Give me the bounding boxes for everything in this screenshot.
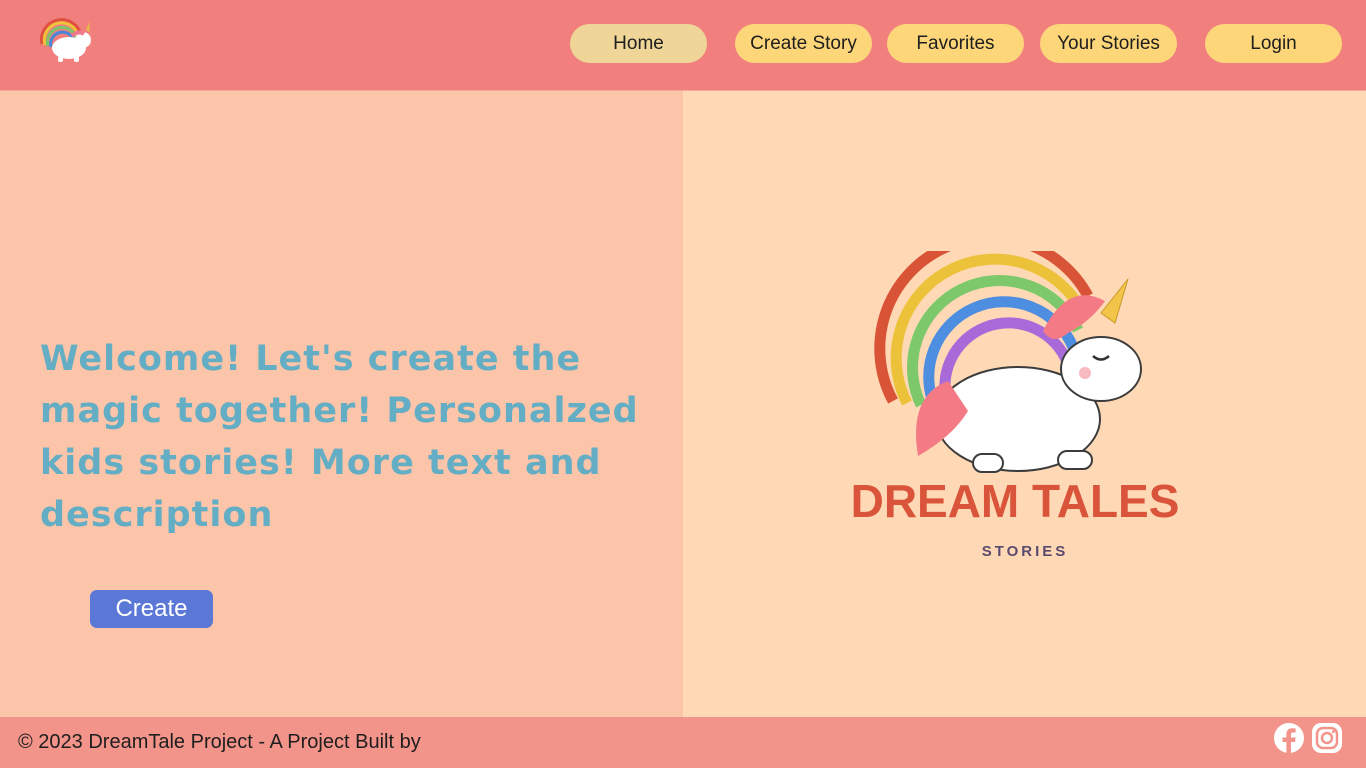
facebook-icon[interactable] — [1274, 723, 1304, 753]
nav-home[interactable]: Home — [570, 24, 707, 63]
copyright-text: © 2023 DreamTale Project - A Project Bui… — [18, 731, 421, 753]
hero-right-panel: DREAM TALES STORIES — [683, 91, 1366, 717]
dream-tales-logo-icon: DREAM TALES STORIES — [851, 251, 1180, 560]
welcome-heading: Welcome! Let's create the magic together… — [40, 339, 639, 535]
brand-name: DREAM TALES — [851, 475, 1180, 527]
login-button[interactable]: Login — [1205, 24, 1342, 63]
footer: © 2023 DreamTale Project - A Project Bui… — [0, 717, 1366, 768]
brand-tagline: STORIES — [982, 543, 1069, 560]
unicorn-logo-icon[interactable] — [36, 16, 94, 66]
hero-left-panel: Welcome! Let's create the magic together… — [0, 91, 683, 717]
top-header: Home Create Story Favorites Your Stories… — [0, 0, 1366, 91]
nav-create-story[interactable]: Create Story — [735, 24, 872, 63]
nav-favorites[interactable]: Favorites — [887, 24, 1024, 63]
create-button[interactable]: Create — [90, 590, 213, 628]
instagram-icon[interactable] — [1312, 723, 1342, 753]
nav-your-stories[interactable]: Your Stories — [1040, 24, 1177, 63]
